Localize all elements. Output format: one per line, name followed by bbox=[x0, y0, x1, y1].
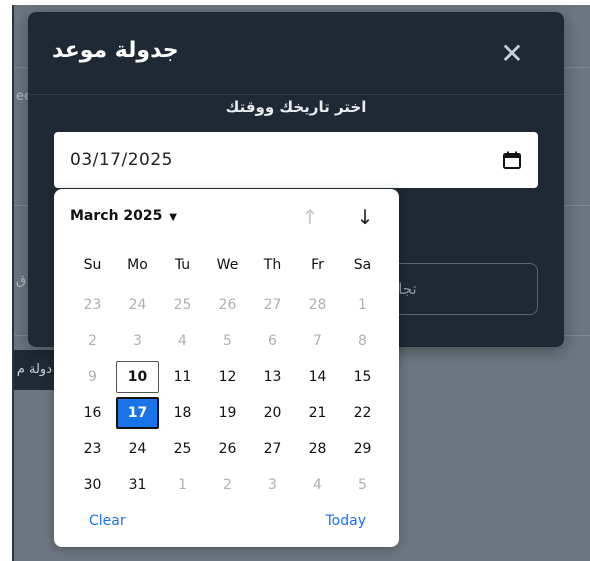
date-picker-popup: March 2025 ▼ ↑ ↓ Su Mo Tu We Th Fr Sa 23 24 25 26 2… bbox=[54, 189, 399, 547]
calendar-day[interactable]: 17 bbox=[116, 397, 159, 429]
calendar-day[interactable]: 27 bbox=[251, 289, 294, 321]
calendar-day[interactable]: 24 bbox=[116, 433, 159, 465]
calendar-day[interactable]: 28 bbox=[296, 433, 339, 465]
today-button[interactable]: Today bbox=[326, 513, 367, 529]
previous-month-button[interactable]: ↑ bbox=[298, 205, 322, 229]
calendar-day[interactable]: 23 bbox=[71, 289, 114, 321]
calendar-day[interactable]: 13 bbox=[251, 361, 294, 393]
modal-title: جدولة موعد bbox=[52, 38, 179, 63]
calendar-day[interactable]: 4 bbox=[296, 469, 339, 501]
arrow-up-icon: ↑ bbox=[301, 205, 319, 229]
close-icon: ✕ bbox=[500, 37, 524, 70]
calendar-header: March 2025 ▼ ↑ ↓ bbox=[70, 205, 385, 229]
calendar-day[interactable]: 23 bbox=[71, 433, 114, 465]
month-year-select[interactable]: March 2025 ▼ bbox=[70, 208, 177, 224]
calendar-day[interactable]: 25 bbox=[161, 289, 204, 321]
weekday-header: Sa bbox=[353, 257, 372, 273]
calendar-day[interactable]: 6 bbox=[251, 325, 294, 357]
calendar-day[interactable]: 31 bbox=[116, 469, 159, 501]
calendar-day[interactable]: 3 bbox=[116, 325, 159, 357]
weekday-header: Su bbox=[83, 257, 102, 273]
weekday-header: Tu bbox=[174, 257, 191, 273]
calendar-day[interactable]: 14 bbox=[296, 361, 339, 393]
calendar-day[interactable]: 11 bbox=[161, 361, 204, 393]
arrow-down-icon: ↓ bbox=[356, 205, 374, 229]
calendar-day[interactable]: 18 bbox=[161, 397, 204, 429]
caret-down-icon: ▼ bbox=[169, 212, 177, 223]
calendar-day[interactable]: 26 bbox=[206, 289, 249, 321]
calendar-day[interactable]: 24 bbox=[116, 289, 159, 321]
calendar-day[interactable]: 22 bbox=[341, 397, 384, 429]
background-text-fragment: ق bbox=[16, 273, 27, 288]
weekday-header: Fr bbox=[311, 257, 324, 273]
close-button[interactable]: ✕ bbox=[496, 38, 528, 70]
calendar-day[interactable]: 1 bbox=[161, 469, 204, 501]
calendar-day[interactable]: 15 bbox=[341, 361, 384, 393]
calendar-footer: Clear Today bbox=[89, 513, 366, 533]
month-year-label: March 2025 bbox=[70, 208, 163, 224]
calendar-day[interactable]: 30 bbox=[71, 469, 114, 501]
calendar-day[interactable]: 1 bbox=[341, 289, 384, 321]
calendar-day[interactable]: 28 bbox=[296, 289, 339, 321]
weekday-header: We bbox=[216, 257, 239, 273]
date-field-label: اختر تاريخك ووقتك bbox=[225, 98, 367, 116]
calendar-day[interactable]: 2 bbox=[71, 325, 114, 357]
calendar-day[interactable]: 3 bbox=[251, 469, 294, 501]
calendar-day[interactable]: 5 bbox=[341, 469, 384, 501]
calendar-day[interactable]: 20 bbox=[251, 397, 294, 429]
calendar-day[interactable]: 9 bbox=[71, 361, 114, 393]
weekday-header: Mo bbox=[127, 257, 148, 273]
calendar-grid: Su Mo Tu We Th Fr Sa 23 24 25 26 27 28 1 2 3 4 5 6 7 8 9 10 11 1… bbox=[70, 251, 385, 503]
calendar-day[interactable]: 26 bbox=[206, 433, 249, 465]
calendar-day[interactable]: 19 bbox=[206, 397, 249, 429]
date-input[interactable]: 03/17/2025 bbox=[54, 132, 538, 188]
date-input-value: 03/17/2025 bbox=[70, 150, 173, 170]
calendar-day[interactable]: 21 bbox=[296, 397, 339, 429]
calendar-day[interactable]: 25 bbox=[161, 433, 204, 465]
calendar-day[interactable]: 2 bbox=[206, 469, 249, 501]
calendar-icon[interactable] bbox=[502, 150, 522, 170]
calendar-day[interactable]: 8 bbox=[341, 325, 384, 357]
weekday-header: Th bbox=[263, 257, 282, 273]
calendar-day[interactable]: 16 bbox=[71, 397, 114, 429]
modal-header: جدولة موعد ✕ bbox=[28, 12, 564, 95]
calendar-day[interactable]: 5 bbox=[206, 325, 249, 357]
next-month-button[interactable]: ↓ bbox=[353, 205, 377, 229]
background-button[interactable]: دولة م bbox=[14, 350, 54, 390]
background-button-label: دولة م bbox=[16, 362, 52, 377]
ignore-button[interactable]: تجاهل bbox=[378, 263, 538, 315]
calendar-day[interactable]: 7 bbox=[296, 325, 339, 357]
calendar-day[interactable]: 10 bbox=[116, 361, 159, 393]
calendar-day[interactable]: 29 bbox=[341, 433, 384, 465]
calendar-day[interactable]: 27 bbox=[251, 433, 294, 465]
calendar-day[interactable]: 4 bbox=[161, 325, 204, 357]
calendar-day[interactable]: 12 bbox=[206, 361, 249, 393]
clear-button[interactable]: Clear bbox=[89, 513, 126, 529]
